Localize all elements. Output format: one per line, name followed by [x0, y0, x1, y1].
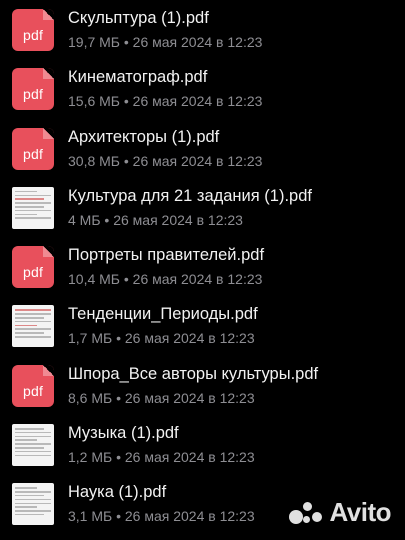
- avito-watermark: Avito: [289, 497, 391, 528]
- pdf-label: pdf: [22, 382, 44, 399]
- document-thumbnail: [12, 483, 54, 526]
- file-meta: 1,2 МБ • 26 мая 2024 в 12:23: [68, 449, 255, 466]
- file-meta: 30,8 МБ • 26 мая 2024 в 12:23: [68, 152, 263, 169]
- pdf-file-icon: pdf: [12, 127, 54, 170]
- file-name: Наука (1).pdf: [68, 483, 167, 502]
- file-list: pdf Скульптура (1).pdf 19,7 МБ • 26 мая …: [0, 0, 405, 534]
- document-thumbnail: [12, 186, 54, 229]
- file-name: Портреты правителей.pdf: [68, 246, 265, 265]
- file-name: Музыка (1).pdf: [68, 424, 179, 443]
- file-meta: 4 МБ • 26 мая 2024 в 12:23: [68, 211, 243, 228]
- file-name: Кинематограф.pdf: [68, 68, 208, 87]
- avito-logo-icon: [289, 500, 323, 526]
- file-meta: 3,1 МБ • 26 мая 2024 в 12:23: [68, 508, 255, 525]
- file-name: Архитекторы (1).pdf: [68, 127, 220, 146]
- pdf-label: pdf: [22, 27, 44, 43]
- file-row[interactable]: pdf Скульптура (1).pdf 19,7 МБ • 26 мая …: [0, 0, 405, 59]
- file-meta: 15,6 МБ • 26 мая 2024 в 12:23: [68, 93, 263, 110]
- pdf-file-icon: pdf: [12, 9, 54, 51]
- file-row[interactable]: pdf Портреты правителей.pdf 10,4 МБ • 26…: [0, 237, 405, 296]
- file-name: Шпора_Все авторы культуры.pdf: [68, 364, 319, 383]
- file-meta: 1,7 МБ • 26 мая 2024 в 12:23: [68, 330, 255, 347]
- file-row[interactable]: pdf Кинематограф.pdf 15,6 МБ • 26 мая 20…: [0, 59, 405, 118]
- pdf-file-icon: pdf: [12, 68, 54, 111]
- file-row[interactable]: pdf Архитекторы (1).pdf 30,8 МБ • 26 мая…: [0, 119, 405, 178]
- file-row[interactable]: Культура для 21 задания (1).pdf 4 МБ • 2…: [0, 178, 405, 237]
- pdf-label: pdf: [22, 145, 44, 162]
- file-meta: 8,6 МБ • 26 мая 2024 в 12:23: [68, 389, 255, 406]
- file-name: Культура для 21 задания (1).pdf: [68, 186, 312, 205]
- file-row[interactable]: Тенденции_Периоды.pdf 1,7 МБ • 26 мая 20…: [0, 296, 405, 355]
- file-meta: 10,4 МБ • 26 мая 2024 в 12:23: [68, 271, 263, 288]
- pdf-file-icon: pdf: [12, 364, 54, 407]
- document-thumbnail: [12, 424, 54, 467]
- file-meta: 19,7 МБ • 26 мая 2024 в 12:23: [68, 34, 263, 50]
- watermark-text: Avito: [329, 497, 391, 527]
- file-name: Скульптура (1).pdf: [68, 9, 209, 27]
- file-name: Тенденции_Периоды.pdf: [68, 305, 258, 324]
- pdf-label: pdf: [22, 264, 44, 281]
- pdf-label: pdf: [22, 86, 44, 103]
- file-row[interactable]: pdf Шпора_Все авторы культуры.pdf 8,6 МБ…: [0, 356, 405, 415]
- document-thumbnail: [12, 305, 54, 348]
- pdf-file-icon: pdf: [12, 246, 54, 289]
- file-row[interactable]: Музыка (1).pdf 1,2 МБ • 26 мая 2024 в 12…: [0, 415, 405, 474]
